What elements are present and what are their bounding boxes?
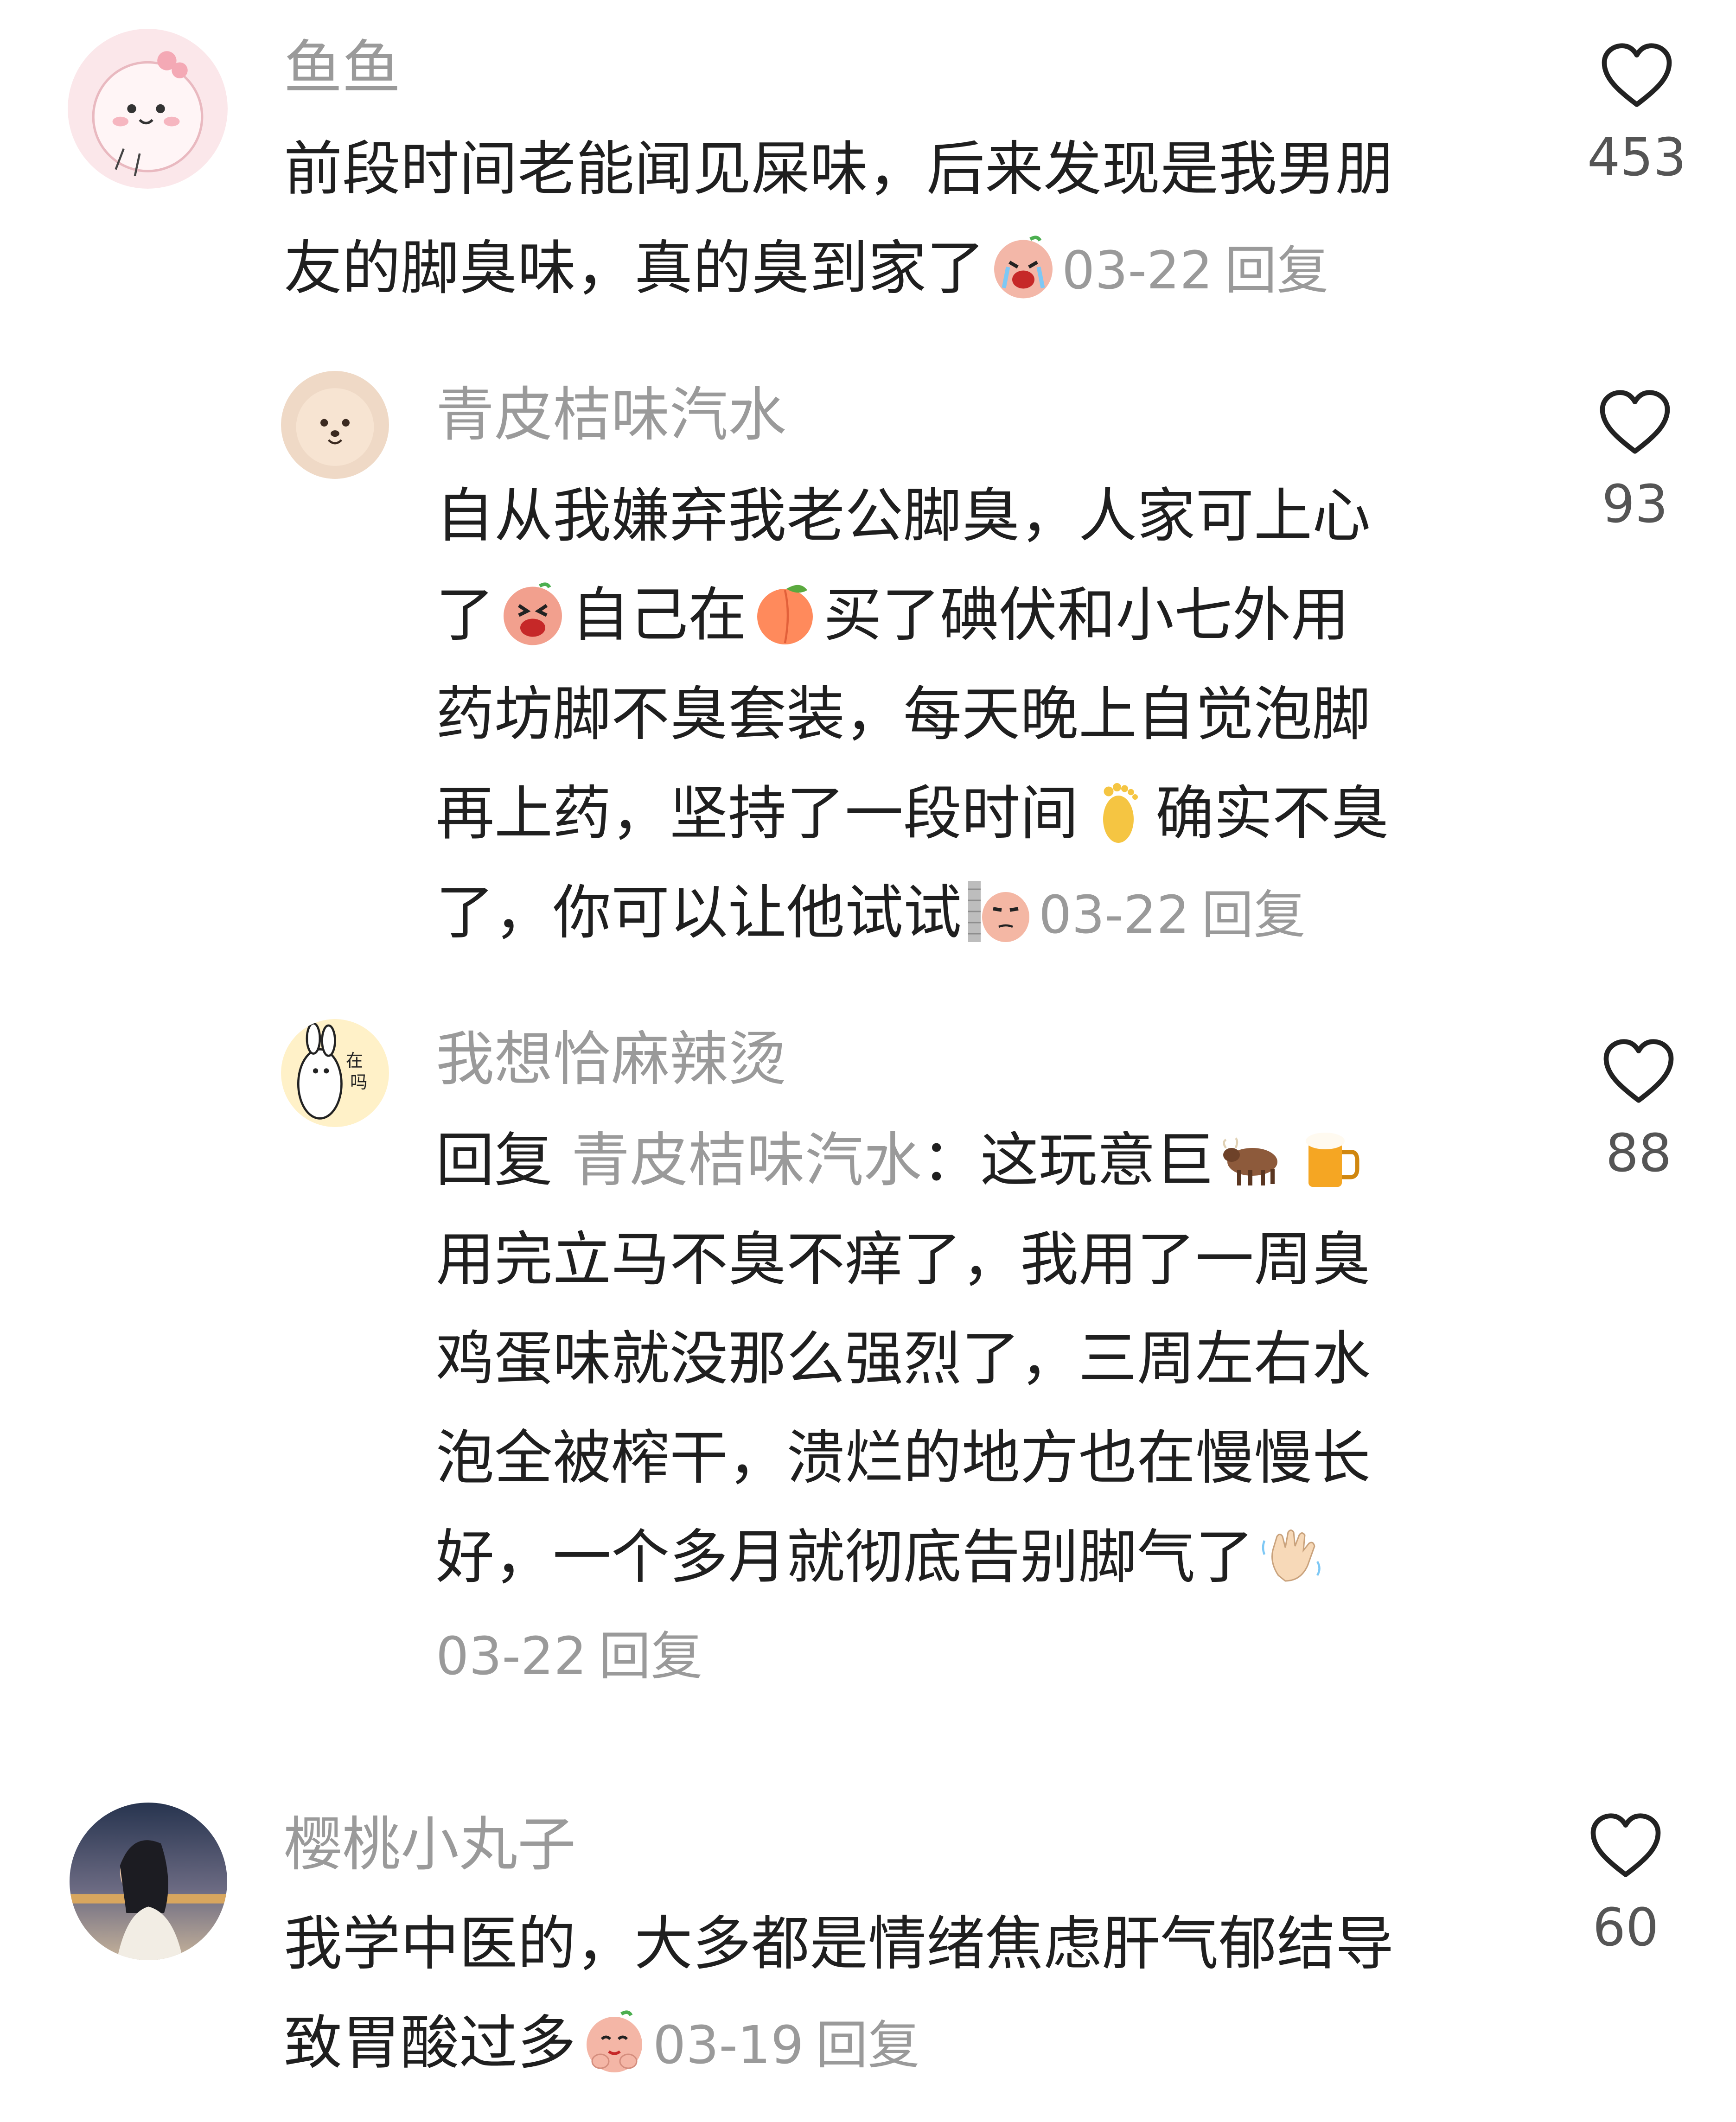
heart-icon[interactable] <box>1598 388 1672 456</box>
comment-line: 我学中医的，大多都是情绪焦虑肝气郁结导 <box>284 1910 1394 1978</box>
like-count: 453 <box>1587 127 1686 188</box>
comment-date: 03-19 <box>653 2015 804 2076</box>
like-area: 93 <box>1575 388 1695 532</box>
pleading-emoji <box>587 2010 642 2072</box>
reply-prefix: 回复 <box>436 1126 553 1194</box>
avatar[interactable] <box>281 371 389 479</box>
username[interactable]: 樱桃小丸子 <box>284 1810 576 1880</box>
comment-line: 鸡蛋味就没那么强烈了，三周左右水 <box>436 1325 1371 1393</box>
svg-text:吗: 吗 <box>350 1072 367 1092</box>
comment-line: 致胃酸过多 <box>284 2009 576 2077</box>
reply-to-user[interactable]: 青皮桔味汽水 <box>571 1126 922 1194</box>
svg-text:在: 在 <box>346 1051 363 1071</box>
like-count: 88 <box>1605 1123 1672 1184</box>
reply-button[interactable]: 回复 <box>1201 885 1305 945</box>
like-area: 88 <box>1578 1037 1699 1181</box>
avatar[interactable]: 在 吗 <box>281 1019 389 1127</box>
username[interactable]: 我想恰麻辣烫 <box>436 1025 786 1094</box>
comment-line: 友的脚臭味，真的臭到家了 <box>284 234 985 302</box>
reply-button[interactable]: 回复 <box>816 2015 919 2076</box>
like-area: 453 <box>1576 41 1697 185</box>
laughing-emoji <box>504 582 562 645</box>
reply-button[interactable]: 回复 <box>1225 241 1328 301</box>
reply-button[interactable]: 回复 <box>599 1626 702 1687</box>
like-count: 93 <box>1602 474 1668 535</box>
comment-line: 泡全被榨干，溃烂的地方也在慢慢长 <box>436 1424 1371 1492</box>
heart-icon[interactable] <box>1589 1811 1663 1880</box>
crying-face-emoji <box>994 236 1053 299</box>
peach-emoji <box>757 585 813 644</box>
comment-date: 03-22 <box>1062 241 1213 301</box>
foot-emoji <box>1103 783 1138 843</box>
comment-text: 我学中医的，大多都是情绪焦虑肝气郁结导 致胃酸过多 03-19 回复 <box>284 1894 1394 2095</box>
comment-line: 用完立马不臭不痒了，我用了一周臭 <box>436 1225 1371 1294</box>
username[interactable]: 鱼鱼 <box>284 33 401 103</box>
comment-line: 自从我嫌弃我老公脚臭，人家可上心 <box>436 482 1371 550</box>
heart-icon[interactable] <box>1602 1037 1676 1105</box>
heart-icon[interactable] <box>1600 41 1674 109</box>
avatar[interactable] <box>68 29 228 189</box>
comment-line: 药坊脚不臭套装，每天晚上自觉泡脚 <box>436 680 1371 748</box>
waving-hand-emoji <box>1262 1529 1321 1582</box>
like-count: 60 <box>1592 1898 1659 1958</box>
like-area: 60 <box>1565 1811 1686 1956</box>
ox-emoji <box>1223 1137 1278 1185</box>
peek-emoji <box>968 881 1029 942</box>
comment-text: 自从我嫌弃我老公脚臭，人家可上心 了 自己在 买了碘伏和小七外用 药坊脚不臭套装… <box>436 466 1389 965</box>
avatar[interactable] <box>70 1803 227 1960</box>
comment-line: 前段时间老能闻见屎味，后来发现是我男朋 <box>284 135 1394 203</box>
comment-text: 回复 青皮桔味汽水：这玩意巨 用完立马不臭不痒了，我用了一周臭 鸡蛋味就没那么强… <box>436 1111 1371 1706</box>
comment-text: 前段时间老能闻见屎味，后来发现是我男朋 友的脚臭味，真的臭到家了 03-22 回复 <box>284 120 1394 320</box>
beer-emoji <box>1306 1133 1359 1187</box>
comment-date: 03-22 <box>1039 885 1190 945</box>
comment-date: 03-22 <box>436 1626 587 1687</box>
username[interactable]: 青皮桔味汽水 <box>436 380 786 450</box>
